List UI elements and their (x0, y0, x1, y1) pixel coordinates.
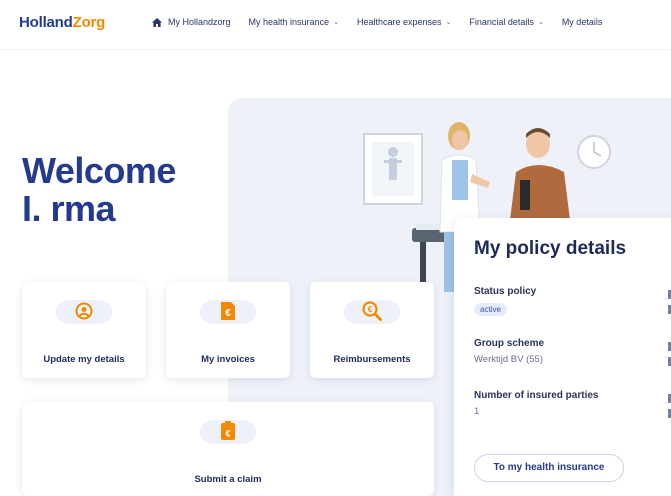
welcome-line: Welcome (22, 150, 176, 191)
tile-label: Submit a claim (194, 474, 262, 485)
status-policy-label: Status policy (474, 286, 537, 297)
welcome-heading: Welcome I. rma (22, 152, 176, 228)
status-badge: active (474, 303, 507, 316)
svg-text:€: € (225, 308, 231, 319)
nav-label: Financial details (469, 17, 534, 27)
group-scheme-value: Werktijd BV (55) (474, 354, 543, 365)
search-euro-icon: € (362, 301, 382, 321)
submit-a-claim-tile[interactable]: € Submit a claim (22, 402, 434, 496)
claim-icon: € (221, 421, 235, 440)
svg-text:€: € (368, 305, 373, 314)
top-navigation: HollandZorg My Hollandzorg My health ins… (0, 0, 671, 50)
insured-parties-label: Number of insured parties (474, 390, 599, 401)
nav-healthcare-expenses[interactable]: Healthcare expenses ⌄ (357, 17, 451, 27)
tile-icon-wrapper: € (199, 416, 257, 446)
logo-text-holland: Holland (19, 14, 73, 31)
tile-label: Reimbursements (333, 354, 411, 365)
invoice-icon: € (221, 302, 235, 320)
nav-label: Healthcare expenses (356, 17, 442, 27)
chevron-down-icon: ⌄ (445, 19, 452, 26)
nav-financial-details[interactable]: Financial details ⌄ (469, 17, 543, 27)
tile-icon-wrapper: € (199, 296, 257, 326)
update-my-details-tile[interactable]: Update my details (22, 282, 146, 378)
main-nav: My Hollandzorg My health insurance ⌄ Hea… (152, 17, 620, 27)
insured-parties-value: 1 (474, 406, 480, 417)
svg-text:€: € (225, 429, 230, 439)
chevron-down-icon: ⌄ (333, 19, 339, 26)
nav-label: My details (561, 17, 603, 27)
tile-label: Update my details (43, 354, 125, 365)
chevron-down-icon: ⌄ (537, 19, 544, 26)
user-circle-icon (75, 302, 93, 320)
policy-title: My policy details (474, 238, 627, 259)
nav-my-health-insurance[interactable]: My health insurance ⌄ (249, 17, 339, 27)
group-scheme-label: Group scheme (474, 338, 545, 349)
nav-label: My health insurance (248, 17, 330, 27)
policy-details-card: My policy details Status policy active G… (454, 218, 671, 496)
reimbursements-tile[interactable]: € Reimbursements (310, 282, 434, 378)
to-my-health-insurance-button[interactable]: To my health insurance (474, 454, 624, 482)
hollandzorg-logo[interactable]: HollandZorg (19, 14, 105, 31)
user-name: I. rma (22, 188, 116, 229)
my-invoices-tile[interactable]: € My invoices (166, 282, 290, 378)
tile-icon-wrapper (55, 296, 113, 326)
logo-text-zorg: Zorg (72, 14, 106, 31)
nav-my-details[interactable]: My details (562, 17, 603, 27)
tile-icon-wrapper: € (343, 296, 401, 326)
nav-my-hollandzorg[interactable]: My Hollandzorg (152, 17, 231, 27)
home-icon (152, 17, 162, 27)
nav-label: My Hollandzorg (168, 17, 231, 27)
tile-label: My invoices (201, 354, 255, 365)
